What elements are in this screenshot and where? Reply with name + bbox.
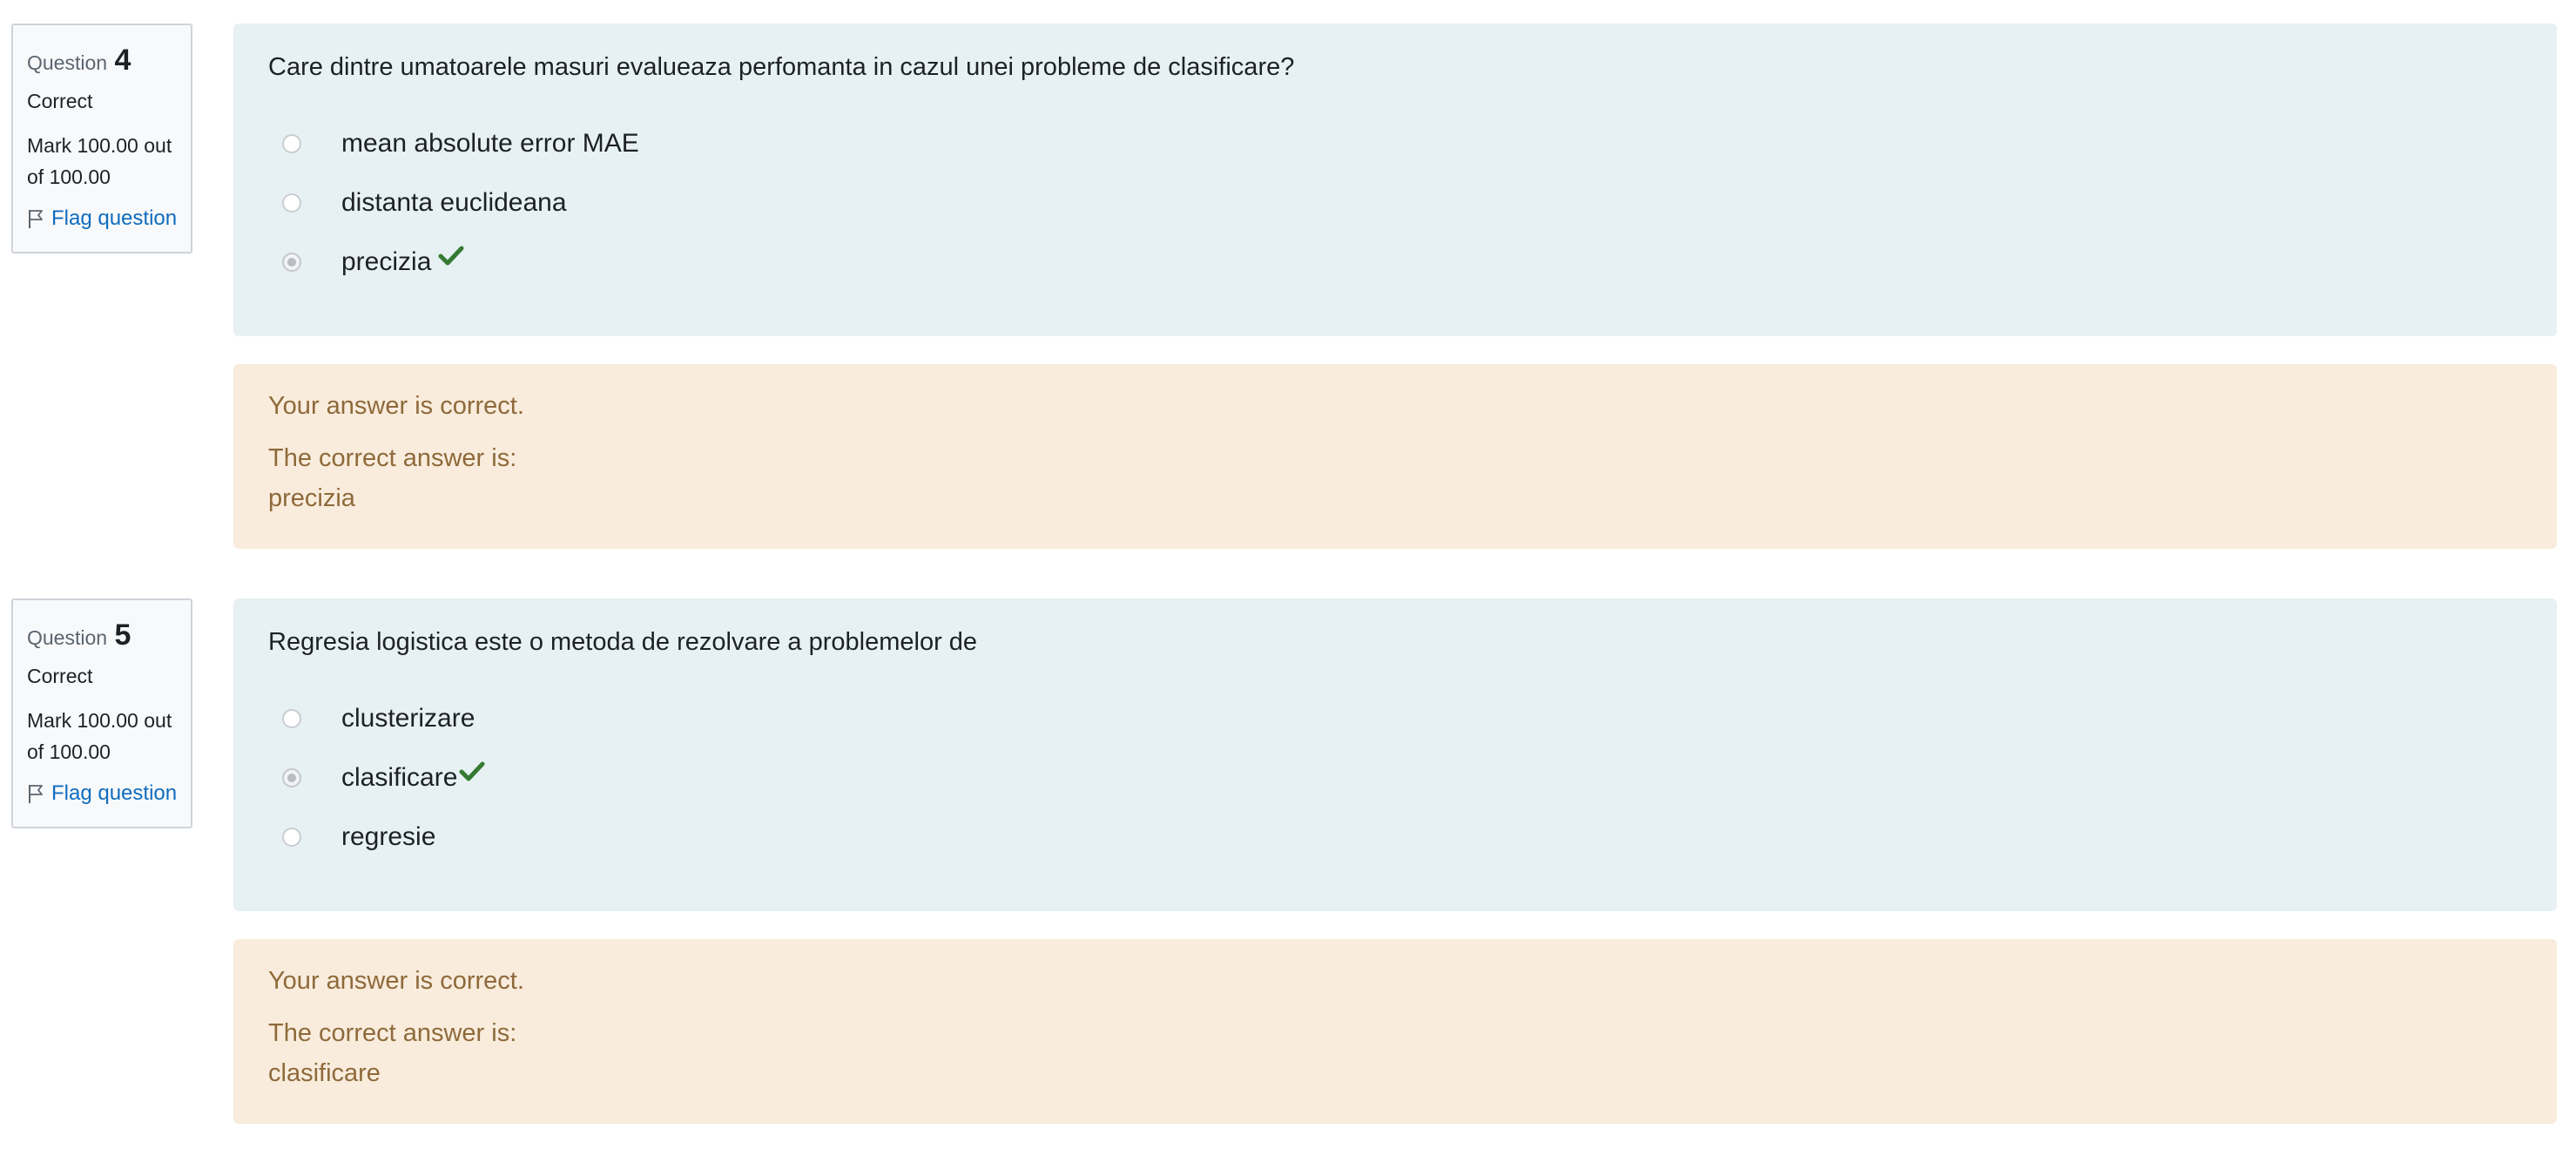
answer-option[interactable]: regresie (268, 808, 2557, 867)
right-answer-value: clasificare (268, 1059, 381, 1087)
answer-radio-selected[interactable] (282, 768, 301, 787)
question-info-panel: Question 5 Correct Mark 100.00 out of 10… (11, 598, 192, 828)
answer-option[interactable]: clusterizare (268, 689, 2557, 748)
answer-label: clusterizare (341, 704, 475, 733)
flag-question-link[interactable]: Flag question (27, 781, 191, 806)
question-label: Question (27, 626, 108, 649)
question-formulation: Regresia logistica este o metoda de rezo… (233, 598, 2557, 911)
checkmark-icon (459, 760, 485, 783)
checkmark-icon (438, 245, 464, 267)
answer-feedback: Your answer is correct. The correct answ… (233, 364, 2557, 549)
answer-radio[interactable] (282, 134, 301, 153)
question-formulation: Care dintre umatoarele masuri evalueaza … (233, 24, 2557, 336)
answer-label: regresie (341, 822, 436, 851)
right-answer-value: precizia (268, 484, 355, 512)
answer-radio[interactable] (282, 828, 301, 847)
flag-icon (29, 785, 43, 803)
question-number-value: 4 (114, 44, 131, 77)
answer-feedback: Your answer is correct. The correct answ… (233, 939, 2557, 1124)
question-grade: Mark 100.00 out of 100.00 (27, 134, 172, 188)
answer-radio[interactable] (282, 709, 301, 728)
answer-label: clasificare (341, 763, 458, 792)
flag-question-link[interactable]: Flag question (27, 206, 191, 231)
flag-question-label: Flag question (51, 781, 178, 805)
flag-question-label: Flag question (51, 206, 178, 230)
feedback-status: Your answer is correct. (268, 967, 524, 995)
question-state: Correct (27, 90, 93, 112)
right-answer-label: The correct answer is: (268, 444, 517, 472)
answer-option-selected[interactable]: clasificare (268, 748, 2557, 808)
answer-label: precizia (341, 247, 432, 276)
answer-option-selected[interactable]: precizia (268, 233, 2557, 292)
answer-label: mean absolute error MAE (341, 129, 639, 158)
question-number: Question 4 (27, 43, 191, 81)
answer-option[interactable]: mean absolute error MAE (268, 114, 2557, 173)
answer-radio[interactable] (282, 193, 301, 213)
answer-label: distanta euclideana (341, 188, 567, 217)
answer-option[interactable]: distanta euclideana (268, 173, 2557, 233)
question-text: Care dintre umatoarele masuri evalueaza … (268, 53, 1295, 81)
flag-icon (29, 210, 43, 228)
feedback-status: Your answer is correct. (268, 392, 524, 420)
question-info-panel: Question 4 Correct Mark 100.00 out of 10… (11, 24, 192, 253)
question-text: Regresia logistica este o metoda de rezo… (268, 628, 978, 656)
question-label: Question (27, 51, 108, 74)
question-number-value: 5 (114, 618, 131, 652)
question-grade: Mark 100.00 out of 100.00 (27, 709, 172, 763)
question-state: Correct (27, 665, 93, 687)
answer-radio-selected[interactable] (282, 253, 301, 272)
right-answer-label: The correct answer is: (268, 1019, 517, 1047)
question-number: Question 5 (27, 618, 191, 656)
